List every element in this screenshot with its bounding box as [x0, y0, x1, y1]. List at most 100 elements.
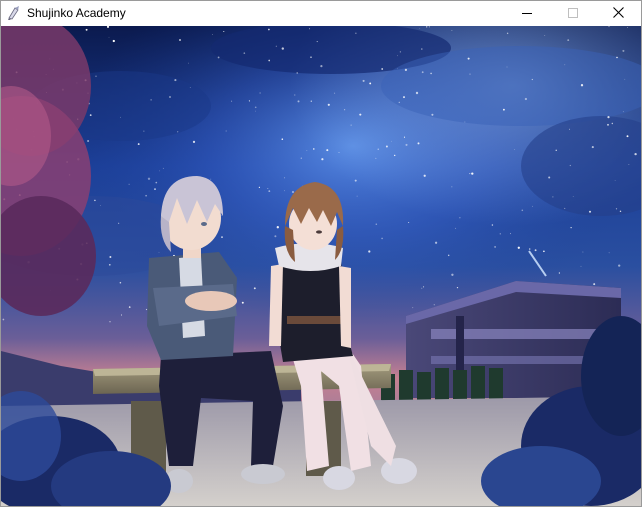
- star: [469, 73, 471, 75]
- star: [326, 149, 329, 152]
- star: [284, 177, 286, 179]
- star: [109, 321, 111, 323]
- star: [254, 106, 257, 109]
- star: [291, 190, 295, 194]
- star: [615, 208, 618, 210]
- minimize-button[interactable]: [504, 1, 550, 26]
- star: [109, 256, 112, 258]
- star: [154, 188, 156, 191]
- star: [268, 28, 270, 31]
- star: [89, 114, 92, 116]
- star: [300, 157, 302, 159]
- star: [564, 64, 566, 66]
- star: [179, 39, 181, 41]
- star: [421, 71, 424, 74]
- star: [544, 34, 546, 36]
- star: [100, 205, 101, 206]
- star: [369, 82, 372, 85]
- scene-artwork: [1, 26, 641, 506]
- star: [177, 131, 179, 133]
- star: [276, 226, 279, 229]
- star: [622, 49, 625, 52]
- star: [417, 142, 420, 145]
- game-window: Shujinko Academy: [0, 0, 642, 507]
- star: [362, 79, 365, 82]
- star: [281, 138, 284, 140]
- star: [467, 57, 470, 60]
- star: [607, 123, 609, 126]
- star: [119, 116, 121, 118]
- star: [548, 176, 551, 179]
- star: [268, 190, 271, 193]
- star: [274, 235, 277, 238]
- star: [580, 265, 582, 267]
- star: [334, 92, 336, 94]
- star: [320, 65, 323, 68]
- star: [434, 241, 438, 244]
- star: [316, 41, 318, 43]
- star: [464, 121, 466, 123]
- star: [399, 51, 402, 53]
- star: [267, 187, 269, 190]
- star: [355, 32, 357, 34]
- star: [415, 91, 419, 95]
- star: [558, 272, 561, 274]
- star: [231, 100, 233, 102]
- star: [309, 28, 311, 30]
- star: [377, 148, 379, 150]
- star: [294, 94, 296, 96]
- close-button[interactable]: [595, 1, 641, 26]
- star: [223, 30, 225, 33]
- star: [150, 99, 152, 101]
- star: [607, 116, 610, 119]
- star: [137, 143, 140, 146]
- star: [591, 146, 594, 149]
- star: [327, 103, 330, 106]
- star: [451, 29, 453, 31]
- star: [459, 217, 461, 219]
- star: [611, 122, 613, 125]
- star: [499, 233, 501, 235]
- star: [95, 75, 97, 77]
- close-icon: [612, 5, 624, 23]
- star: [428, 26, 430, 28]
- star: [119, 281, 122, 284]
- star: [469, 173, 471, 175]
- star: [393, 154, 396, 157]
- star: [268, 59, 271, 62]
- star: [225, 130, 227, 132]
- star: [408, 222, 410, 223]
- star: [85, 28, 88, 31]
- star: [397, 55, 398, 57]
- maximize-button[interactable]: [550, 1, 596, 26]
- game-scene[interactable]: [1, 26, 641, 506]
- star: [431, 113, 434, 116]
- star: [391, 140, 392, 142]
- maximize-icon: [568, 5, 578, 23]
- left-tree: [1, 26, 96, 316]
- star: [569, 164, 571, 167]
- title-bar[interactable]: Shujinko Academy: [1, 1, 641, 26]
- star: [221, 236, 223, 238]
- star: [210, 178, 212, 180]
- star: [471, 172, 474, 175]
- star: [350, 124, 352, 126]
- star: [618, 264, 621, 267]
- star: [614, 179, 616, 181]
- star: [570, 226, 572, 229]
- star: [433, 304, 435, 306]
- star: [531, 78, 533, 81]
- star: [582, 251, 584, 253]
- star: [451, 273, 454, 276]
- app-sketch-icon: [6, 5, 22, 21]
- star: [534, 249, 537, 252]
- star: [255, 110, 256, 112]
- star: [356, 195, 358, 197]
- star: [451, 186, 453, 188]
- star: [259, 92, 261, 94]
- star: [162, 167, 164, 169]
- star: [430, 72, 432, 75]
- star: [159, 170, 161, 172]
- star: [397, 68, 398, 70]
- star: [624, 78, 626, 80]
